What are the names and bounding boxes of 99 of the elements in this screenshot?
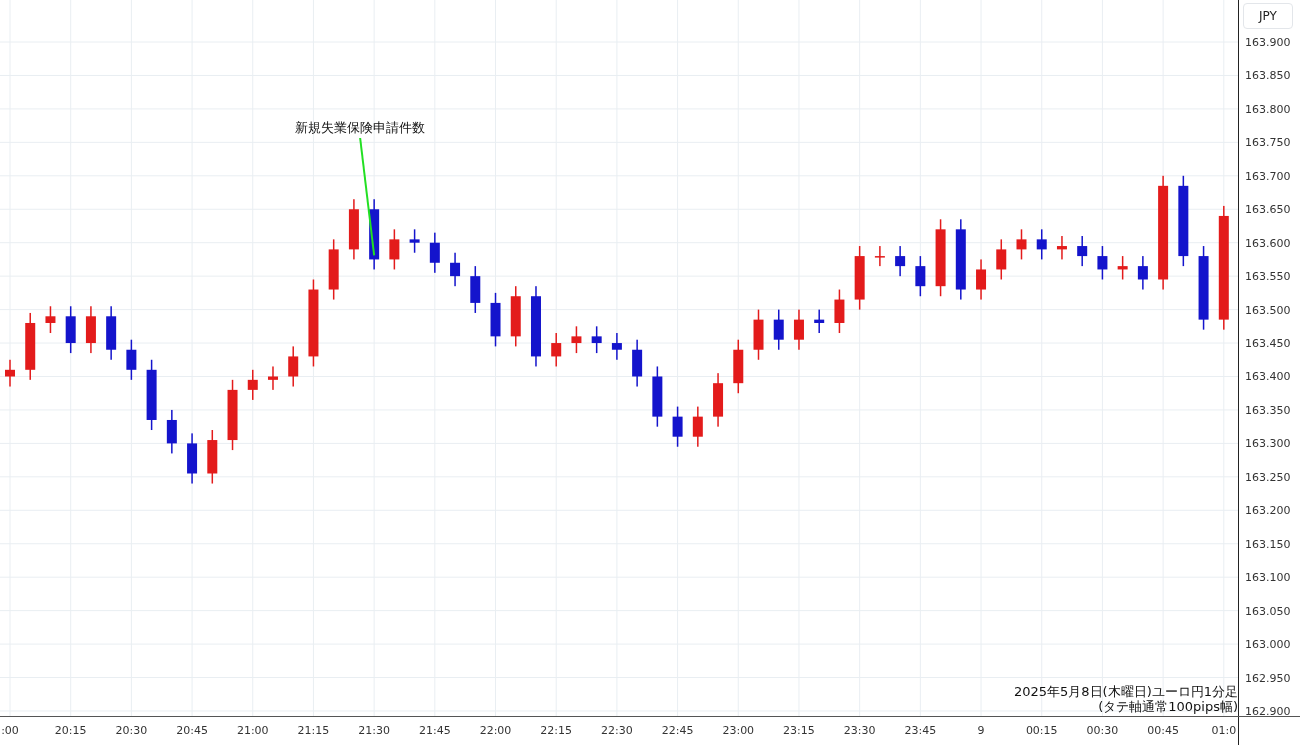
candlestick xyxy=(348,199,359,260)
candlestick xyxy=(1097,246,1108,280)
candlestick xyxy=(793,309,804,350)
candlestick xyxy=(146,359,157,430)
candlestick xyxy=(328,239,339,300)
candlestick xyxy=(1137,256,1148,290)
time-label: 22:45 xyxy=(661,724,694,737)
candlestick xyxy=(713,373,724,427)
candlestick xyxy=(773,309,784,350)
time-label: 00:30 xyxy=(1086,724,1119,737)
candlestick xyxy=(65,306,76,354)
time-label: 20:45 xyxy=(176,724,208,737)
time-label: 23:30 xyxy=(843,724,876,737)
candlestick xyxy=(288,346,299,387)
candlestick xyxy=(247,369,258,400)
candlestick xyxy=(1077,236,1088,267)
candlestick xyxy=(1117,256,1128,280)
price-label: 163.500 xyxy=(1245,303,1291,317)
price-label: 163.350 xyxy=(1245,403,1291,417)
time-label: 9 xyxy=(977,724,985,737)
time-label: 23:00 xyxy=(722,724,755,737)
time-label: 21:15 xyxy=(297,724,330,737)
candlestick xyxy=(227,379,238,451)
time-label: 20:15 xyxy=(54,724,87,737)
currency-button[interactable]: JPY xyxy=(1243,3,1293,29)
candlestick xyxy=(5,359,15,387)
annotation-label: 新規失業保険申請件数 xyxy=(295,120,426,135)
chart-caption: (タテ軸通常100pips幅) xyxy=(1097,699,1238,714)
price-label: 163.550 xyxy=(1245,270,1291,284)
candlestick xyxy=(429,232,440,273)
candlestick xyxy=(591,326,602,354)
candlestick xyxy=(1056,236,1067,260)
time-label: 20:30 xyxy=(115,724,148,737)
candlestick xyxy=(389,229,400,270)
price-label: 163.100 xyxy=(1245,571,1291,585)
price-label: 162.950 xyxy=(1245,671,1291,685)
candlestick xyxy=(571,326,582,354)
candlestick xyxy=(45,306,56,333)
time-label: 23:15 xyxy=(783,724,815,737)
price-label: 163.150 xyxy=(1245,537,1291,551)
candlestick xyxy=(1036,229,1047,260)
time-label: 21:00 xyxy=(236,724,269,737)
price-label: 162.900 xyxy=(1245,705,1291,718)
candlestick xyxy=(187,433,198,484)
candlestick xyxy=(106,306,117,360)
candlestick xyxy=(692,406,703,447)
candlestick xyxy=(611,333,622,360)
time-label: 22:15 xyxy=(540,724,573,737)
candlestick xyxy=(470,266,481,313)
price-label: 163.450 xyxy=(1245,337,1291,351)
candlestick xyxy=(207,430,218,484)
candlestick xyxy=(409,229,420,253)
time-label: 01:0 xyxy=(1211,724,1237,737)
price-label: 163.200 xyxy=(1245,504,1291,518)
candlestick xyxy=(1016,229,1027,260)
time-label: 21:45 xyxy=(419,724,451,737)
candlestick xyxy=(753,309,764,360)
price-label: 163.700 xyxy=(1245,169,1291,183)
candlestick xyxy=(85,306,96,354)
candlestick xyxy=(268,366,278,390)
price-label: 163.400 xyxy=(1245,370,1291,384)
price-label: 163.050 xyxy=(1245,604,1291,618)
candlestick xyxy=(632,339,643,387)
time-label: 00:15 xyxy=(1025,724,1058,737)
price-label: 163.650 xyxy=(1245,203,1291,217)
candlestick xyxy=(490,292,501,347)
time-label: 22:30 xyxy=(601,724,633,737)
time-label: 23:45 xyxy=(904,724,937,737)
candlestick xyxy=(510,286,521,347)
price-label: 163.850 xyxy=(1245,69,1291,83)
candlestick xyxy=(814,309,825,333)
candlestick xyxy=(996,239,1007,280)
time-label: :00 xyxy=(1,724,19,737)
price-label: 163.900 xyxy=(1245,36,1291,49)
time-label: 00:45 xyxy=(1147,724,1179,737)
candlestick xyxy=(166,409,177,454)
price-label: 163.800 xyxy=(1245,102,1291,116)
candlestick xyxy=(834,289,845,333)
candlestick xyxy=(672,406,683,447)
price-label: 163.300 xyxy=(1245,437,1291,451)
price-label: 163.750 xyxy=(1245,136,1291,150)
candlestick xyxy=(25,312,36,380)
candlestick xyxy=(369,199,380,270)
chart-caption: 2025年5月8日(木曜日)ユーロ円1分足 xyxy=(1013,684,1238,699)
candlestick xyxy=(874,246,885,267)
candlestick xyxy=(733,339,744,394)
time-label: 21:30 xyxy=(358,724,390,737)
candlestick xyxy=(126,339,137,380)
candlestick xyxy=(976,259,987,300)
candlestick xyxy=(450,252,461,287)
candlestick xyxy=(895,246,906,277)
candlestick xyxy=(854,246,865,310)
candlestick xyxy=(652,366,663,427)
candlestick xyxy=(915,256,926,297)
candlestick xyxy=(551,333,562,367)
time-label: 22:00 xyxy=(479,724,512,737)
price-label: 163.000 xyxy=(1245,638,1291,652)
price-label: 163.600 xyxy=(1245,236,1291,250)
price-label: 163.250 xyxy=(1245,470,1291,484)
